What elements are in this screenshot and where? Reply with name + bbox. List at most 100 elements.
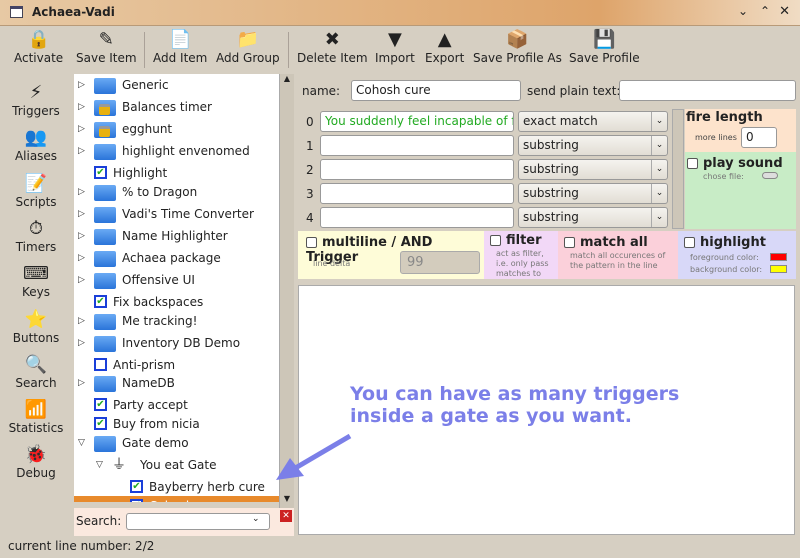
collapsed-arrow-icon[interactable]: ▷ [78,204,85,224]
tree-item[interactable]: ▷ NameDB [74,373,279,393]
collapsed-arrow-icon[interactable]: ▷ [78,75,85,95]
collapsed-arrow-icon[interactable]: ▷ [78,97,85,117]
name-input[interactable]: Cohosh cure [351,80,521,101]
checkbox-icon[interactable]: ✔ [130,480,143,493]
tree-item-label: highlight envenomed [122,144,250,158]
save-item-icon: ✎ [98,29,114,50]
sidebar-item-search[interactable]: 🔍 Search [0,354,72,390]
pattern-input[interactable]: You suddenly feel incapable of fall [320,111,514,132]
save-profile-button[interactable]: 💾 Save Profile [569,26,640,72]
collapsed-arrow-icon[interactable]: ▷ [78,141,85,161]
match-all-checkbox[interactable] [564,237,575,248]
tree-item[interactable]: ▷ Achaea package [74,248,279,268]
close-button[interactable]: ✕ [779,4,790,19]
minimize-button[interactable]: ⌄ [738,4,748,18]
pattern-type-select[interactable]: substring ⌄ [518,207,668,228]
tree-item[interactable]: ▷ Generic [74,75,279,95]
collapsed-arrow-icon[interactable]: ▷ [78,311,85,331]
foreground-color-button[interactable] [770,253,787,261]
send-plain-text-input[interactable] [619,80,796,101]
more-lines-spinbox[interactable]: 0 [741,127,777,148]
tree-item[interactable]: ▷ Me tracking! [74,311,279,331]
sidebar-item-statistics[interactable]: 📶 Statistics [0,399,72,435]
activate-button[interactable]: 🔒 Activate [14,26,63,72]
tree-item[interactable]: ✔ Fix backspaces [74,292,279,312]
sidebar-item-triggers[interactable]: ⚡ Triggers [0,82,72,118]
tree-item[interactable]: ✔ Cohosh cure [74,495,279,502]
collapsed-arrow-icon[interactable]: ▷ [78,182,85,202]
checkbox-icon[interactable]: ✔ [94,166,107,179]
tree-item[interactable]: ▷ Balances timer [74,97,279,117]
pattern-input[interactable] [320,159,514,180]
tree-item-label: Offensive UI [122,272,195,287]
chevron-down-icon: ⌄ [651,136,667,155]
import-button[interactable]: ▼ Import [375,26,415,72]
tree-item[interactable]: ✔ Highlight [74,163,279,183]
sidebar-item-label: Scripts [15,194,57,209]
collapsed-arrow-icon[interactable]: ▷ [78,270,85,290]
tree-item[interactable]: ▷ Inventory DB Demo [74,333,279,353]
item-tree[interactable]: ▷ Generic ▷ Balances timer ▷ egghunt ▷ highligh… [74,74,279,502]
tree-item-label: % to Dragon [122,184,198,199]
tree-item[interactable]: ▷ Name Highlighter [74,226,279,246]
checkbox-icon[interactable] [94,357,107,371]
sidebar-item-scripts[interactable]: 📝 Scripts [0,173,72,209]
fire-length-panel: fire length more lines 0 [685,109,796,152]
add-item-button[interactable]: 📄 Add Item [153,26,207,72]
tree-item[interactable]: Anti-prism [74,355,279,375]
pattern-input[interactable] [320,183,514,204]
highlight-checkbox[interactable] [684,237,695,248]
line-delta-spinbox[interactable]: 99 [400,251,480,274]
checkbox-icon[interactable]: ✔ [94,417,107,431]
tree-item[interactable]: ✔ Buy from nicia [74,414,279,434]
filter-checkbox[interactable] [490,235,501,246]
tree-item[interactable]: ▷ highlight envenomed [74,141,279,161]
save-profile-as-button[interactable]: 📦 Save Profile As [473,26,562,72]
tree-item[interactable]: ▷ Offensive UI [74,270,279,290]
save-item-button[interactable]: ✎ Save Item [76,26,137,72]
pattern-input[interactable] [320,135,514,156]
tree-item[interactable]: ✔ Party accept [74,395,279,415]
pattern-input[interactable] [320,207,514,228]
add-group-button[interactable]: 📁 Add Group [216,26,280,72]
play-sound-checkbox[interactable] [687,158,698,169]
tree-item[interactable]: ▷ % to Dragon [74,182,279,202]
chose-file-button[interactable] [762,172,778,179]
multiline-panel: multiline / AND Trigger line delta 99 [298,231,484,279]
tree-item[interactable]: ▽ Gate demo [74,433,279,453]
collapsed-arrow-icon[interactable]: ▷ [78,248,85,268]
checkbox-icon[interactable]: ✔ [94,294,107,308]
collapsed-arrow-icon[interactable]: ▷ [78,333,85,353]
sidebar-item-keys[interactable]: ⌨ Keys [0,263,72,299]
export-button[interactable]: ▲ Export [425,26,464,72]
maximize-button[interactable]: ⌃ [760,4,770,18]
expanded-arrow-icon[interactable]: ▽ [96,455,103,475]
sidebar-item-buttons[interactable]: ⭐ Buttons [0,309,72,345]
collapsed-arrow-icon[interactable]: ▷ [78,373,85,393]
sidebar-item-debug[interactable]: 🐞 Debug [0,444,72,480]
match-all-label: match all [580,235,648,250]
collapsed-arrow-icon[interactable]: ▷ [78,226,85,246]
checkbox-icon[interactable]: ✔ [94,398,107,412]
tree-item-label: Buy from nicia [113,417,200,432]
chevron-down-icon[interactable]: ⌄ [252,514,260,524]
tree-item[interactable]: ✔ Bayberry herb cure [74,477,279,497]
pattern-type-select[interactable]: exact match ⌄ [518,111,668,132]
pattern-type-select[interactable]: substring ⌄ [518,159,668,180]
clear-search-icon[interactable]: ✕ [280,510,292,522]
pattern-scrollbar[interactable] [672,109,684,229]
tree-item[interactable]: ▽ ⏚ You eat Gate [74,455,279,475]
tree-item[interactable]: ▷ egghunt [74,119,279,139]
tree-item[interactable]: ▷ Vadi's Time Converter [74,204,279,224]
expanded-arrow-icon[interactable]: ▽ [78,433,85,453]
search-input[interactable] [126,513,270,530]
background-color-button[interactable] [770,265,787,273]
pattern-type-select[interactable]: substring ⌄ [518,135,668,156]
checkbox-icon[interactable]: ✔ [130,498,143,502]
multiline-checkbox[interactable] [306,237,317,248]
collapsed-arrow-icon[interactable]: ▷ [78,119,85,139]
delete-item-button[interactable]: ✖ Delete Item [297,26,368,72]
sidebar-item-timers[interactable]: ⏱ Timers [0,218,72,254]
sidebar-item-aliases[interactable]: 👥 Aliases [0,127,72,163]
pattern-type-select[interactable]: substring ⌄ [518,183,668,204]
